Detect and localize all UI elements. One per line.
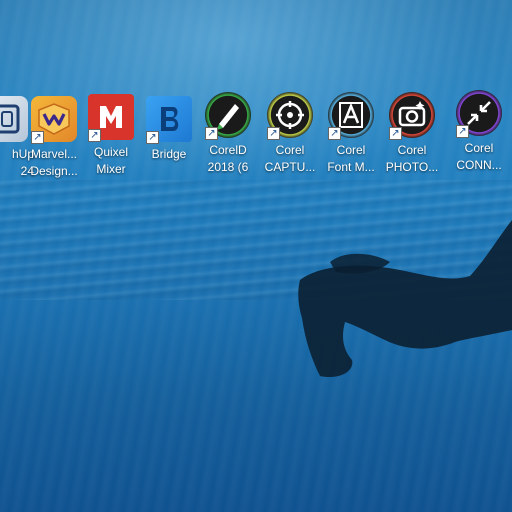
shortcut-arrow-icon: ↗ xyxy=(88,129,101,142)
shortcut-arrow-icon: ↗ xyxy=(267,127,280,140)
desktop-wallpaper: ↗ hUp 24 ↗ Marvel... Design... xyxy=(0,0,512,512)
bridge-icon: ↗ xyxy=(146,96,192,144)
desktop-icon-corel-capture[interactable]: ↗ Corel CAPTU... xyxy=(259,92,321,176)
corel-capture-icon: ↗ xyxy=(267,92,313,140)
shortcut-arrow-icon: ↗ xyxy=(456,125,469,138)
desktop-icon-bridge[interactable]: ↗ Bridge xyxy=(138,96,200,163)
marvelous-designer-icon: ↗ xyxy=(31,96,77,144)
desktop-icon-label: Marvel... Design... xyxy=(30,147,78,178)
desktop-icon-quixel-mixer[interactable]: ↗ Quixel Mixer xyxy=(80,94,142,178)
desktop-icons: ↗ hUp 24 ↗ Marvel... Design... xyxy=(0,0,512,200)
desktop-icon-label: Corel PHOTO... xyxy=(385,143,439,174)
desktop-icon-corel-photo-paint[interactable]: ↗ Corel PHOTO... xyxy=(381,92,443,176)
desktop-icon-label: Quixel Mixer xyxy=(93,145,128,176)
shortcut-arrow-icon: ↗ xyxy=(31,131,44,144)
shortcut-arrow-icon: ↗ xyxy=(205,127,218,140)
desktop-icon-corel-font-manager[interactable]: ↗ Corel Font M... xyxy=(320,92,382,176)
desktop-icon-marvelous-designer[interactable]: ↗ Marvel... Design... xyxy=(23,96,85,180)
desktop-icon-coreldraw[interactable]: ↗ CorelD 2018 (6 xyxy=(197,92,259,176)
shortcut-arrow-icon: ↗ xyxy=(146,131,159,144)
desktop-icon-corel-connect[interactable]: ↗ Corel CONN... xyxy=(448,90,510,174)
shortcut-arrow-icon: ↗ xyxy=(328,127,341,140)
corel-photo-paint-icon: ↗ xyxy=(389,92,435,140)
desktop-icon-label: CorelD 2018 (6 xyxy=(207,143,249,174)
quixel-mixer-icon: ↗ xyxy=(88,94,134,142)
desktop-icon-label: Corel CAPTU... xyxy=(264,143,316,174)
desktop-icon-label: Corel CONN... xyxy=(456,141,502,172)
corel-connect-icon: ↗ xyxy=(456,90,502,138)
desktop-icon-label: Corel Font M... xyxy=(327,143,375,174)
shortcut-arrow-icon: ↗ xyxy=(389,127,402,140)
corel-font-manager-icon: ↗ xyxy=(328,92,374,140)
coreldraw-icon: ↗ xyxy=(205,92,251,140)
desktop-icon-label: Bridge xyxy=(151,147,187,161)
